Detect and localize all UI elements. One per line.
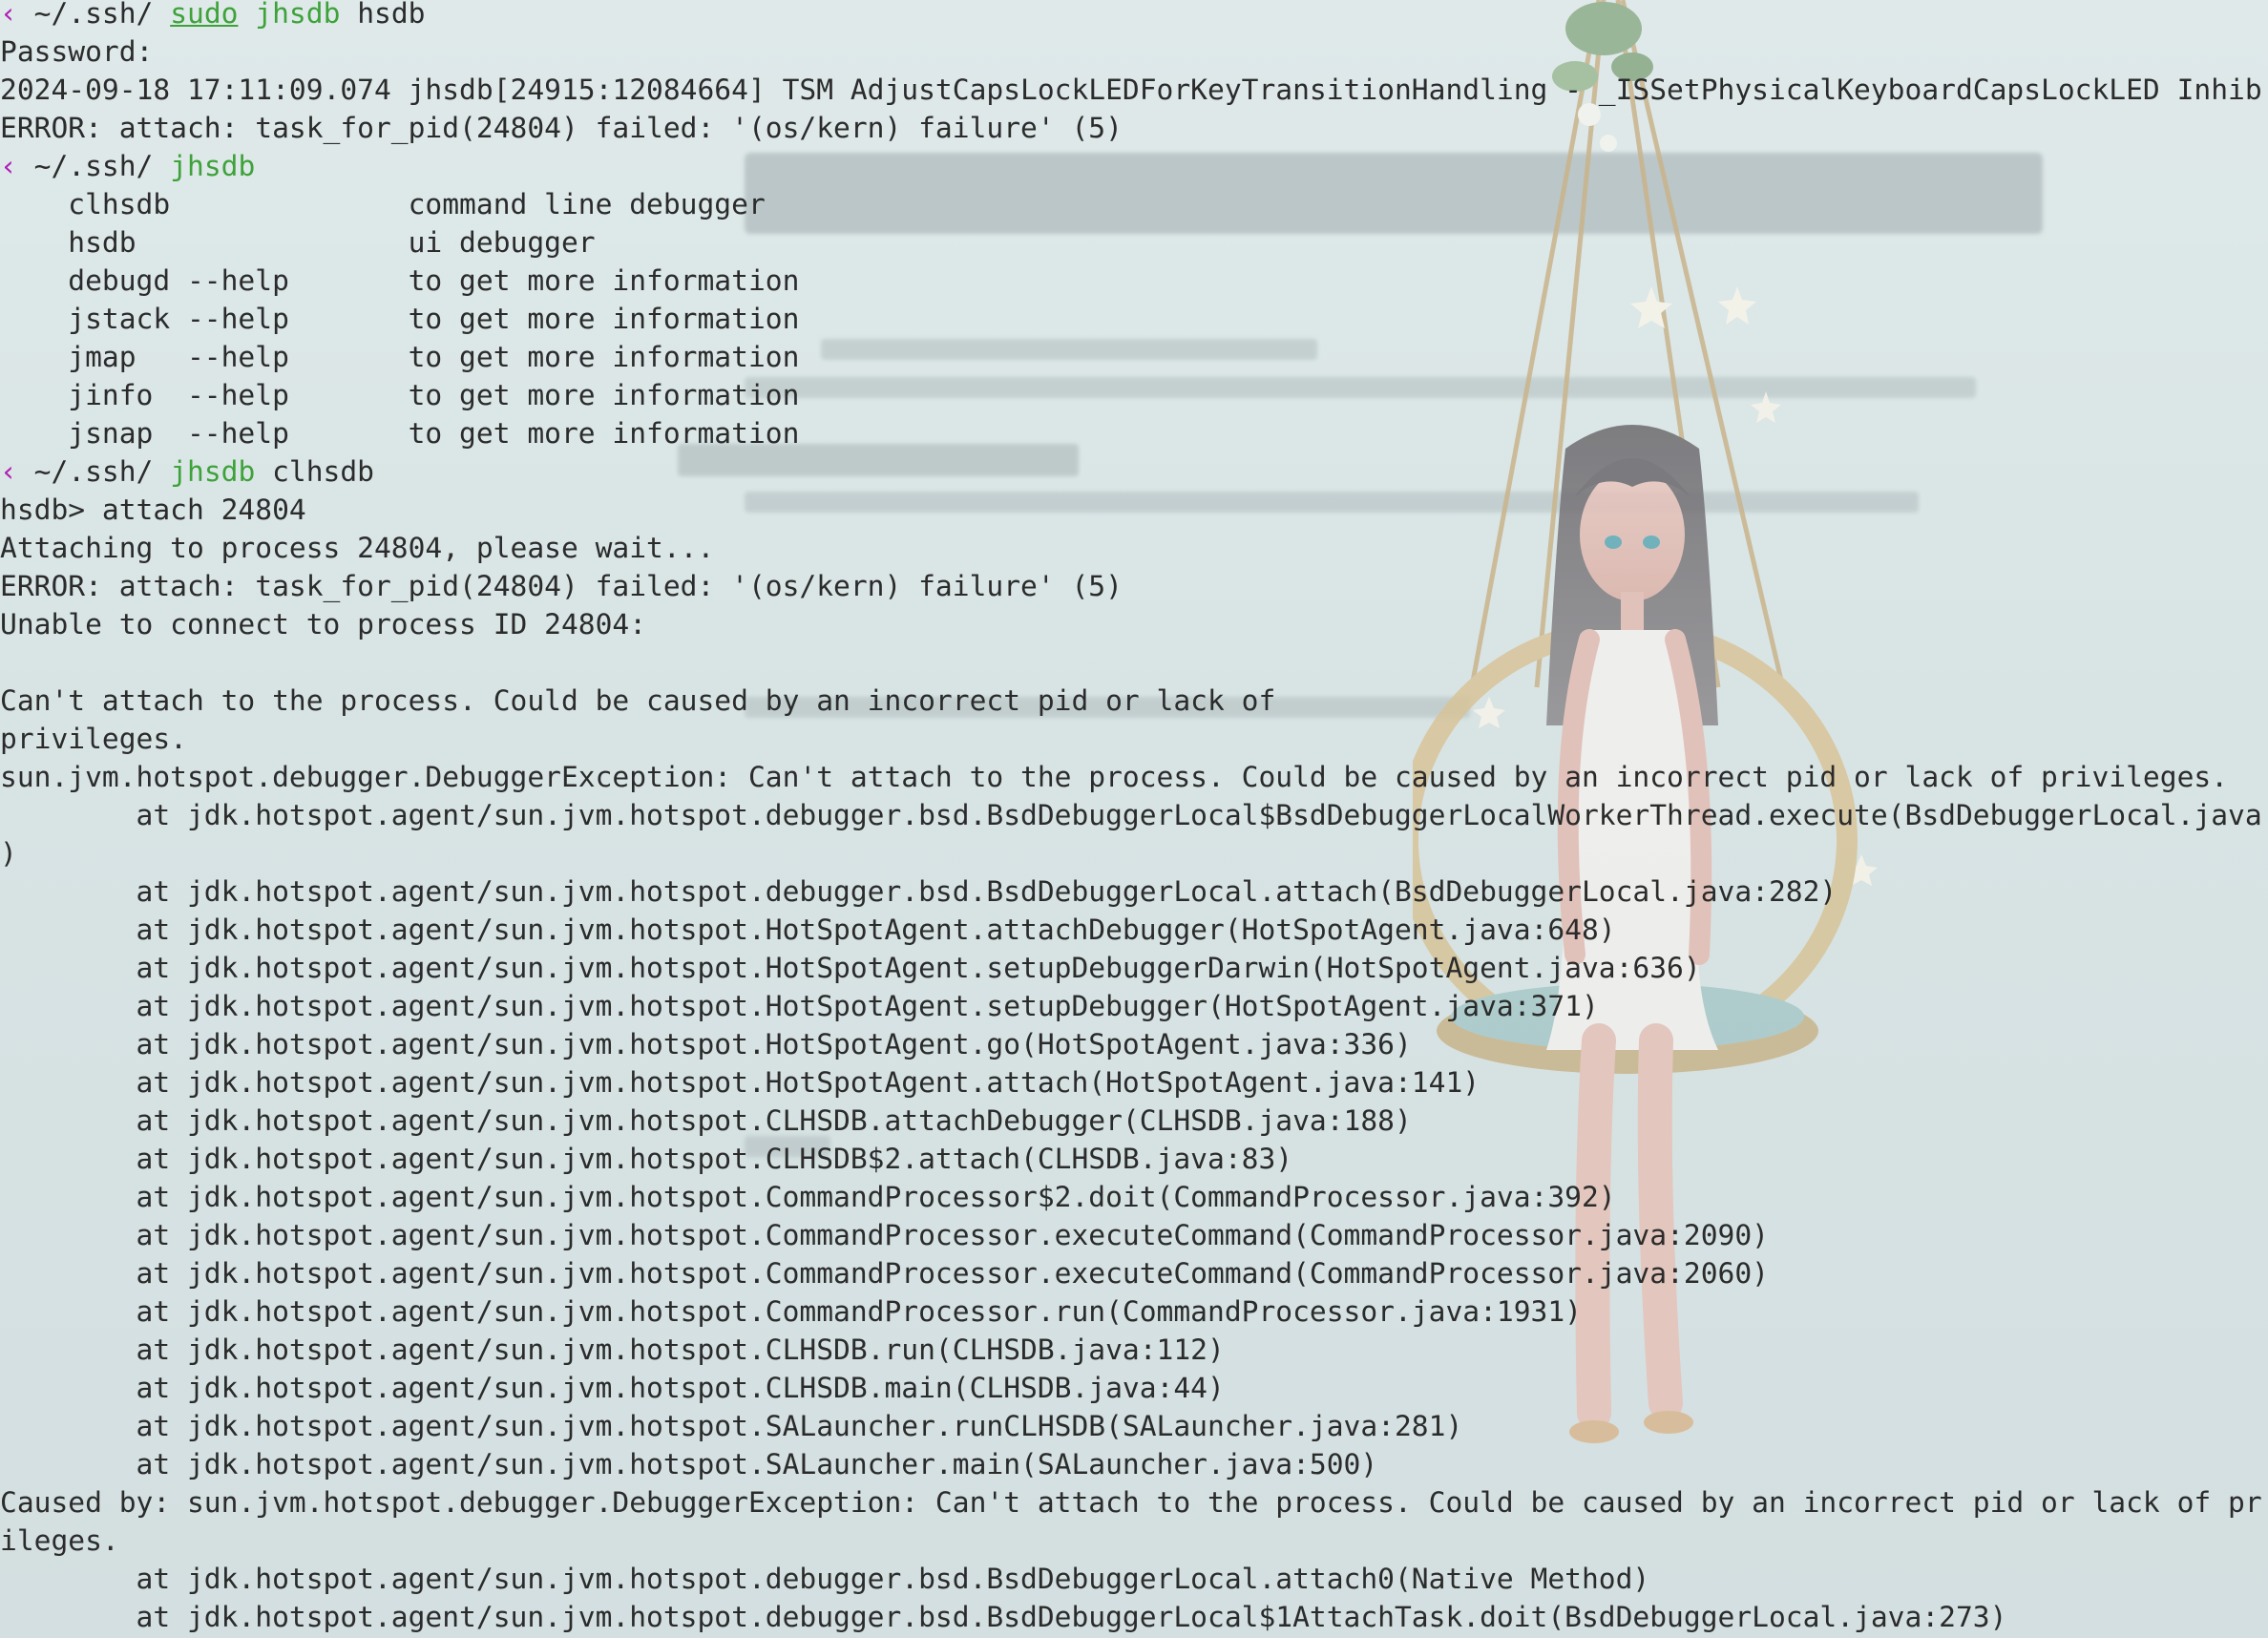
prompt-arrow-icon: ‹ — [0, 0, 17, 30]
command-name: jhsdb — [170, 455, 256, 488]
prompt-arrow-icon: ‹ — [0, 150, 17, 182]
terminal-output-line: ileges. — [0, 1524, 119, 1557]
terminal-output-line: at jdk.hotspot.agent/sun.jvm.hotspot.CLH… — [0, 1143, 1293, 1175]
terminal-output-line: at jdk.hotspot.agent/sun.jvm.hotspot.SAL… — [0, 1410, 1463, 1442]
terminal-output-line: at jdk.hotspot.agent/sun.jvm.hotspot.deb… — [0, 875, 1838, 908]
terminal-output-line: Can't attach to the process. Could be ca… — [0, 684, 1276, 717]
terminal-output-line: ERROR: attach: task_for_pid(24804) faile… — [0, 570, 1123, 602]
terminal-output-line: hsdb> attach 24804 — [0, 494, 306, 526]
terminal-output[interactable]: ‹ ~/.ssh/ sudo jhsdb hsdb Password: 2024-0… — [0, 0, 2268, 1638]
terminal-output-line: hsdb ui debugger — [0, 226, 596, 259]
terminal-output-line: at jdk.hotspot.agent/sun.jvm.hotspot.CLH… — [0, 1104, 1412, 1137]
prompt-text — [238, 0, 255, 30]
terminal-output-line: jsnap --help to get more information — [0, 417, 800, 450]
command-name: sudo — [170, 0, 239, 30]
prompt-text: ~/.ssh/ — [16, 150, 171, 182]
terminal-output-line: clhsdb command line debugger — [0, 188, 766, 220]
terminal-output-line: at jdk.hotspot.agent/sun.jvm.hotspot.CLH… — [0, 1372, 1225, 1404]
terminal-output-line: Unable to connect to process ID 24804: — [0, 608, 647, 640]
terminal-output-line: at jdk.hotspot.agent/sun.jvm.hotspot.deb… — [0, 1601, 2007, 1633]
prompt-arrow-icon: ‹ — [0, 455, 17, 488]
terminal-output-line: Password: — [0, 35, 154, 68]
terminal-output-line: Attaching to process 24804, please wait.… — [0, 532, 715, 564]
terminal-output-line: at jdk.hotspot.agent/sun.jvm.hotspot.Hot… — [0, 1028, 1412, 1060]
terminal-output-line: ERROR: attach: task_for_pid(24804) faile… — [0, 112, 1123, 144]
terminal-output-line: at jdk.hotspot.agent/sun.jvm.hotspot.deb… — [0, 1563, 1650, 1595]
terminal-output-line: ) — [0, 837, 17, 870]
terminal-output-line: at jdk.hotspot.agent/sun.jvm.hotspot.Hot… — [0, 914, 1616, 946]
terminal-output-line: Caused by: sun.jvm.hotspot.debugger.Debu… — [0, 1486, 2262, 1519]
terminal-output-line: at jdk.hotspot.agent/sun.jvm.hotspot.Com… — [0, 1295, 1582, 1328]
terminal-output-line: at jdk.hotspot.agent/sun.jvm.hotspot.Com… — [0, 1181, 1616, 1213]
terminal-output-line: sun.jvm.hotspot.debugger.DebuggerExcepti… — [0, 761, 2229, 793]
terminal-output-line: jstack --help to get more information — [0, 303, 800, 335]
terminal-output-line: at jdk.hotspot.agent/sun.jvm.hotspot.Hot… — [0, 952, 1701, 984]
terminal-output-line: at jdk.hotspot.agent/sun.jvm.hotspot.CLH… — [0, 1334, 1225, 1366]
terminal-prompt-line: ‹ ~/.ssh/ jhsdb clhsdb — [0, 452, 374, 491]
command-name: jhsdb — [255, 0, 341, 30]
terminal-output-line: at jdk.hotspot.agent/sun.jvm.hotspot.deb… — [0, 799, 2262, 831]
prompt-text: ~/.ssh/ — [16, 0, 171, 30]
terminal-output-line: 2024-09-18 17:11:09.074 jhsdb[24915:1208… — [0, 74, 2262, 106]
terminal-output-line: privileges. — [0, 723, 187, 755]
terminal-output-line: debugd --help to get more information — [0, 264, 800, 297]
command-name: jhsdb — [170, 150, 256, 182]
terminal-output-line: at jdk.hotspot.agent/sun.jvm.hotspot.Com… — [0, 1257, 1769, 1290]
terminal-output-line: at jdk.hotspot.agent/sun.jvm.hotspot.Com… — [0, 1219, 1769, 1251]
terminal-output-line: at jdk.hotspot.agent/sun.jvm.hotspot.Hot… — [0, 1066, 1480, 1099]
terminal-output-line: jinfo --help to get more information — [0, 379, 800, 411]
prompt-text: hsdb — [340, 0, 426, 30]
prompt-text: ~/.ssh/ — [16, 455, 171, 488]
terminal-prompt-line: ‹ ~/.ssh/ jhsdb — [0, 147, 255, 185]
terminal-output-line: jmap --help to get more information — [0, 341, 800, 373]
terminal-output-line: at jdk.hotspot.agent/sun.jvm.hotspot.SAL… — [0, 1448, 1378, 1480]
terminal-output-line: at jdk.hotspot.agent/sun.jvm.hotspot.Hot… — [0, 990, 1599, 1022]
terminal-prompt-line: ‹ ~/.ssh/ sudo jhsdb hsdb — [0, 0, 425, 32]
prompt-text: clhsdb — [255, 455, 374, 488]
